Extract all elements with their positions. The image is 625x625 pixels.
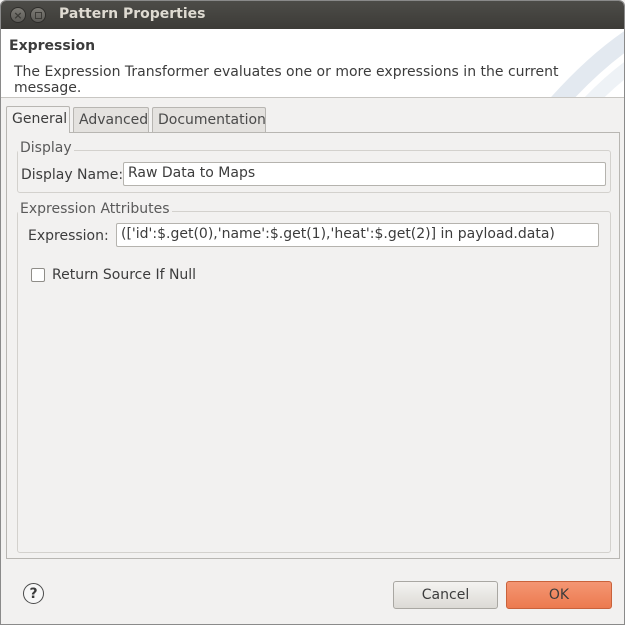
ok-button[interactable]: OK <box>506 581 612 609</box>
general-tab-panel: Display Display Name: Raw Data to Maps E… <box>6 132 620 559</box>
expression-input[interactable]: (['id':$.get(0),'name':$.get(1),'heat':$… <box>116 223 599 247</box>
tab-advanced[interactable]: Advanced <box>73 107 149 132</box>
tab-general[interactable]: General <box>6 106 70 133</box>
display-name-input[interactable]: Raw Data to Maps <box>123 162 606 186</box>
help-icon[interactable]: ? <box>23 583 44 604</box>
expression-label: Expression: <box>28 228 109 244</box>
return-source-if-null-checkbox[interactable] <box>31 268 45 282</box>
close-window-button[interactable]: × <box>10 7 26 23</box>
header-title: Expression <box>9 38 96 54</box>
cancel-button[interactable]: Cancel <box>393 581 498 609</box>
maximize-icon <box>34 11 42 19</box>
window-title: Pattern Properties <box>59 6 206 22</box>
title-bar[interactable]: × Pattern Properties <box>1 1 624 29</box>
expression-attributes-group-label: Expression Attributes <box>18 201 172 217</box>
expression-attributes-group-box <box>17 211 611 553</box>
pattern-properties-dialog: × Pattern Properties Expression The Expr… <box>0 0 625 625</box>
display-group-label: Display <box>18 140 74 156</box>
maximize-window-button[interactable] <box>30 7 46 23</box>
tab-documentation[interactable]: Documentation <box>152 107 266 132</box>
dialog-header: Expression The Expression Transformer ev… <box>1 29 624 98</box>
close-icon: × <box>13 8 23 22</box>
return-source-if-null-label[interactable]: Return Source If Null <box>52 267 196 283</box>
display-name-label: Display Name: <box>21 167 124 183</box>
header-description: The Expression Transformer evaluates one… <box>14 64 559 96</box>
